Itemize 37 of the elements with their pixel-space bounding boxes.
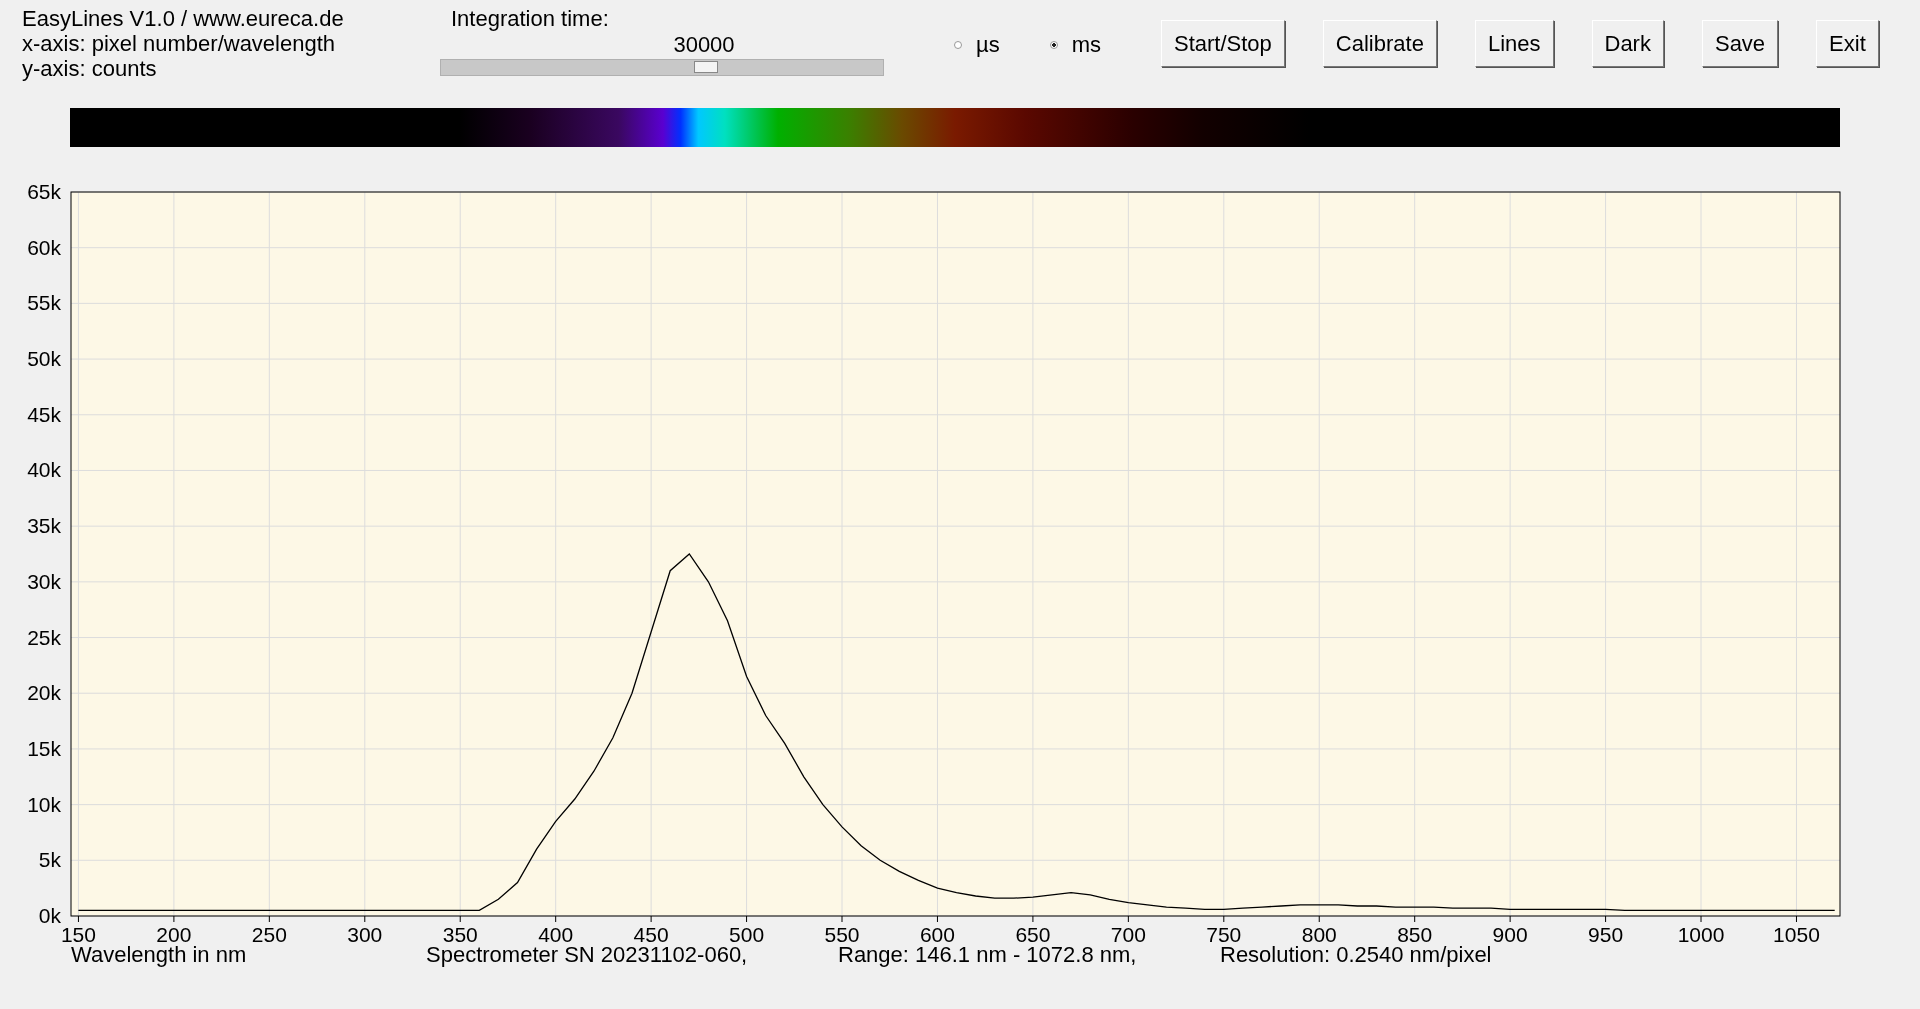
y-tick-label: 45k bbox=[27, 402, 61, 426]
y-tick-label: 65k bbox=[27, 180, 61, 203]
y-tick-label: 15k bbox=[27, 736, 61, 760]
toolbar-button[interactable]: Save bbox=[1701, 20, 1779, 67]
integration-label: Integration time: bbox=[450, 6, 610, 32]
toolbar-button[interactable]: Dark bbox=[1591, 20, 1664, 67]
y-tick-label: 0k bbox=[38, 904, 61, 927]
integration-value: 30000 bbox=[672, 32, 736, 58]
y-tick-label: 30k bbox=[27, 569, 61, 593]
info-text: EasyLines V1.0 / www.eureca.de bbox=[22, 6, 345, 31]
x-tick-label: 250 bbox=[251, 923, 287, 946]
slider-thumb[interactable] bbox=[694, 61, 719, 73]
y-tick-label: 60k bbox=[27, 235, 61, 259]
toolbar-button[interactable]: Lines bbox=[1474, 20, 1554, 67]
radio-button[interactable] bbox=[954, 41, 962, 49]
y-tick-label: 40k bbox=[27, 458, 61, 482]
y-tick-label: 10k bbox=[27, 792, 61, 816]
x-tick-label: 1000 bbox=[1677, 923, 1725, 946]
y-tick-label: 20k bbox=[27, 681, 61, 705]
radio-label[interactable]: ms bbox=[1071, 32, 1101, 58]
y-tick-label: 5k bbox=[38, 848, 61, 872]
slider-track[interactable] bbox=[440, 59, 884, 76]
x-tick-label: 1050 bbox=[1773, 923, 1820, 946]
y-tick-label: 25k bbox=[27, 625, 61, 649]
info-text: y-axis: counts bbox=[22, 56, 158, 81]
toolbar-button[interactable]: Calibrate bbox=[1322, 20, 1437, 67]
info-text: x-axis: pixel number/wavelength bbox=[22, 31, 337, 56]
radio-label[interactable]: µs bbox=[976, 32, 1000, 58]
x-tick-label: 950 bbox=[1588, 923, 1624, 946]
y-tick-label: 55k bbox=[27, 291, 61, 315]
y-tick-label: 50k bbox=[27, 347, 61, 371]
toolbar-button[interactable]: Exit bbox=[1816, 20, 1879, 67]
x-tick-label: 900 bbox=[1492, 923, 1528, 946]
toolbar-button[interactable]: Start/Stop bbox=[1161, 20, 1285, 67]
radio-button[interactable] bbox=[1049, 41, 1058, 49]
y-tick-label: 35k bbox=[27, 514, 61, 538]
x-tick-label: 300 bbox=[347, 923, 383, 946]
